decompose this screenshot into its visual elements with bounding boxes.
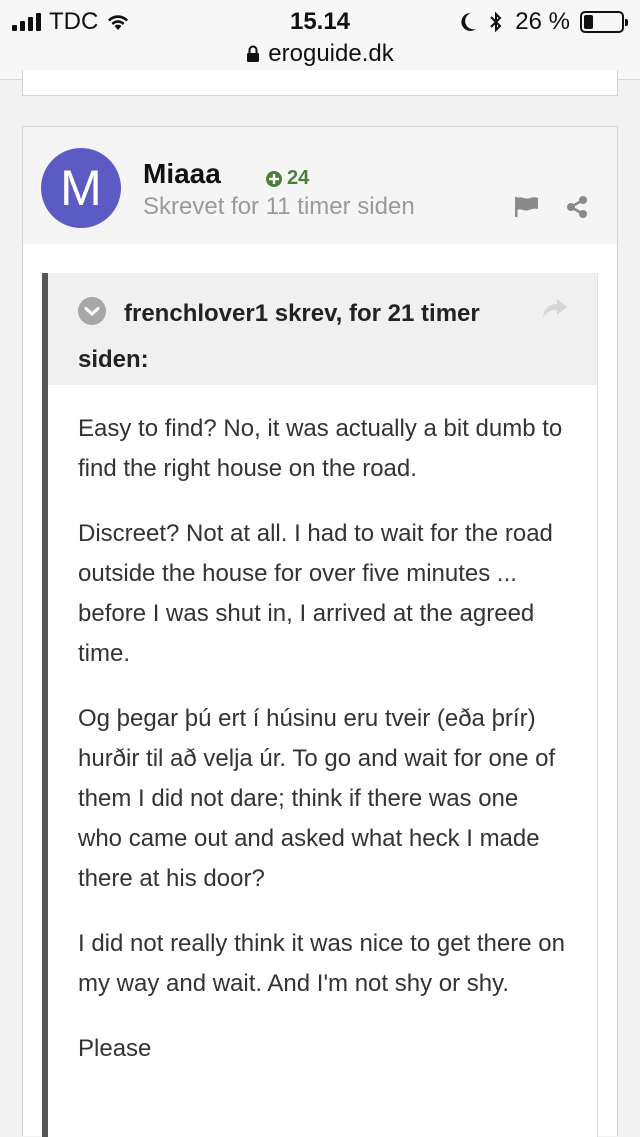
flag-icon[interactable] — [513, 195, 541, 219]
quote-paragraph: I did not really think it was nice to ge… — [78, 930, 565, 997]
address-bar[interactable]: eroguide.dk — [0, 40, 640, 68]
author-name[interactable]: Miaaa — [143, 158, 221, 190]
post-header: M Miaaa 24 Skrevet for 11 timer siden — [23, 127, 617, 244]
reputation-badge: 24 — [265, 167, 309, 190]
quote-paragraph: Og þegar þú ert í húsinu eru tveir (eða … — [78, 705, 556, 892]
quote-citation: frenchlover1 skrev, for 21 timer siden: — [78, 300, 480, 373]
quote-paragraph: Easy to find? No, it was actually a bit … — [78, 415, 563, 482]
quote-header: frenchlover1 skrev, for 21 timer siden: — [48, 273, 597, 385]
chevron-down-icon[interactable] — [78, 297, 106, 325]
bluetooth-icon — [490, 11, 502, 33]
post-timestamp[interactable]: Skrevet for 11 timer siden — [143, 193, 415, 221]
moon-icon — [461, 12, 477, 31]
status-bar: TDC 15.14 26 % eroguide.dk — [0, 0, 640, 80]
status-right: 26 % — [459, 8, 628, 36]
reputation-count: 24 — [287, 167, 310, 189]
previous-post-card — [22, 70, 618, 96]
battery-percent: 26 % — [515, 8, 570, 35]
url-text[interactable]: eroguide.dk — [268, 40, 393, 68]
quote-paragraph: Please — [78, 1035, 152, 1062]
avatar[interactable]: M — [41, 148, 121, 228]
quote-body: Easy to find? No, it was actually a bit … — [48, 385, 597, 1069]
battery-fill — [584, 15, 593, 29]
plus-circle-icon — [266, 170, 282, 187]
forum-post: M Miaaa 24 Skrevet for 11 timer siden fr… — [22, 126, 618, 1137]
lock-icon — [247, 45, 260, 62]
quote-paragraph: Discreet? Not at all. I had to wait for … — [78, 520, 553, 667]
battery-icon — [580, 11, 628, 33]
reply-arrow-icon[interactable] — [541, 295, 569, 319]
quote-block: frenchlover1 skrev, for 21 timer siden: … — [42, 273, 598, 1137]
share-icon[interactable] — [565, 195, 589, 219]
